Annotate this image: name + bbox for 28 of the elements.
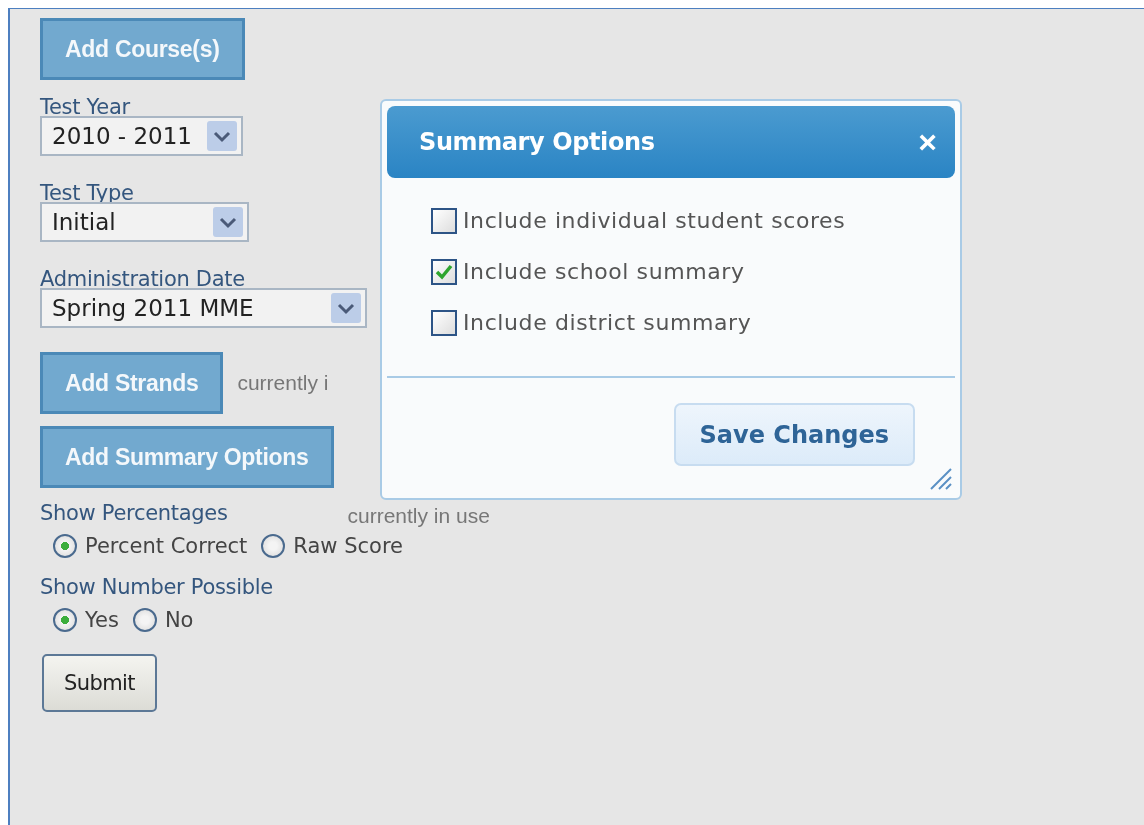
group-label: Show Number Possible (40, 574, 273, 600)
chevron-down-icon (213, 207, 243, 237)
checkbox-label: Include school summary (463, 258, 745, 286)
checkbox[interactable] (431, 208, 457, 234)
radio-label: No (164, 608, 194, 632)
chevron-down-icon (207, 121, 237, 151)
close-button[interactable]: × (918, 126, 937, 158)
checkbox-label: Include individual student scores (463, 207, 846, 235)
radio-button[interactable] (53, 534, 77, 558)
save-changes-button[interactable]: Save Changes (673, 403, 915, 466)
status-text: currently i (237, 371, 329, 395)
radio-button[interactable] (53, 608, 77, 632)
checkbox[interactable] (431, 310, 457, 336)
submit-button[interactable]: Submit (42, 654, 157, 712)
checkbox[interactable] (431, 259, 457, 285)
chevron-down-icon (331, 293, 361, 323)
dropdown-select[interactable]: 2010 - 2011 (40, 116, 243, 156)
radio-label: Percent Correct (85, 534, 248, 558)
dialog-title: Summary Options (419, 128, 655, 156)
group-label: Show Percentages (40, 500, 228, 526)
radio-label: Yes (85, 608, 119, 632)
dropdown-select[interactable]: Spring 2011 MME (40, 288, 367, 328)
status-text: currently in use (347, 504, 490, 528)
radio-button[interactable] (132, 608, 157, 632)
checkbox-label: Include district summary (463, 309, 752, 337)
dropdown-select[interactable]: Initial (40, 202, 249, 242)
radio-button[interactable] (261, 534, 286, 558)
radio-label: Raw Score (293, 534, 403, 558)
